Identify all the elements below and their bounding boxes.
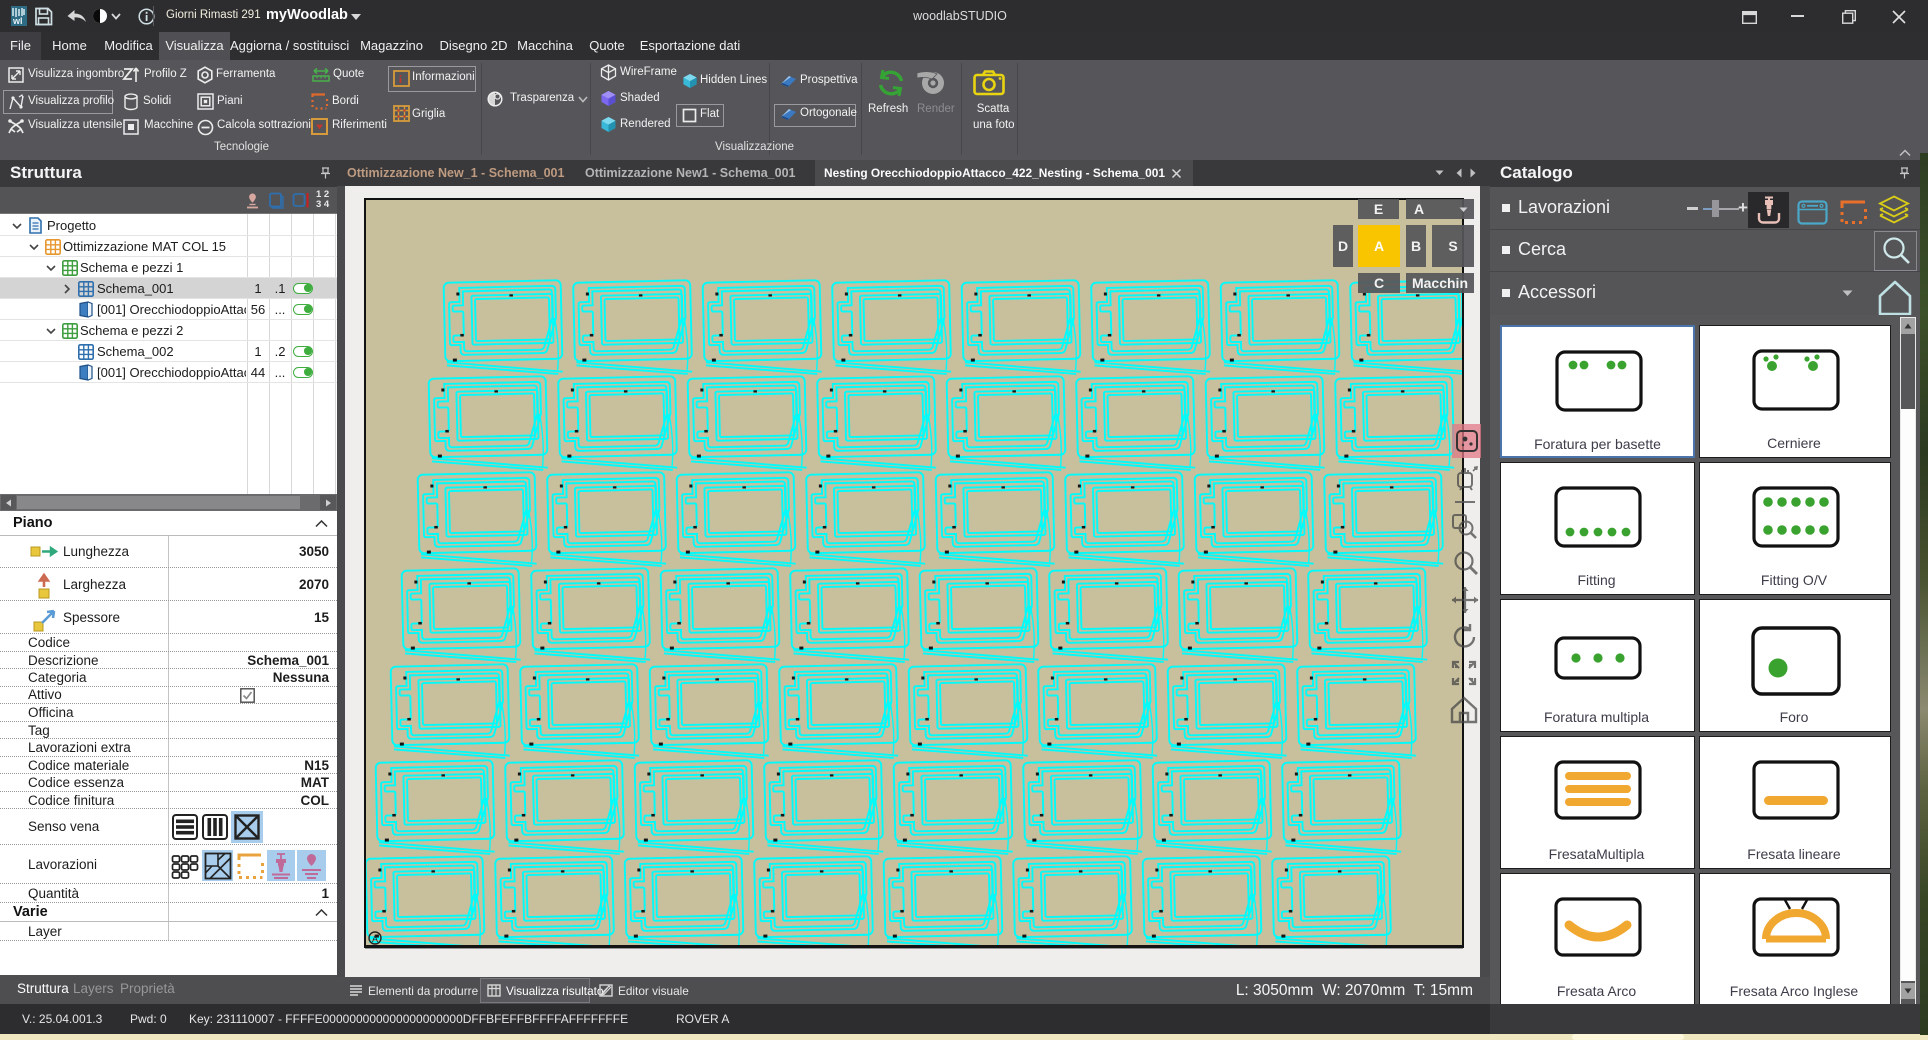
svg-text:wl: wl [12,16,23,26]
svg-text:A: A [372,934,378,944]
